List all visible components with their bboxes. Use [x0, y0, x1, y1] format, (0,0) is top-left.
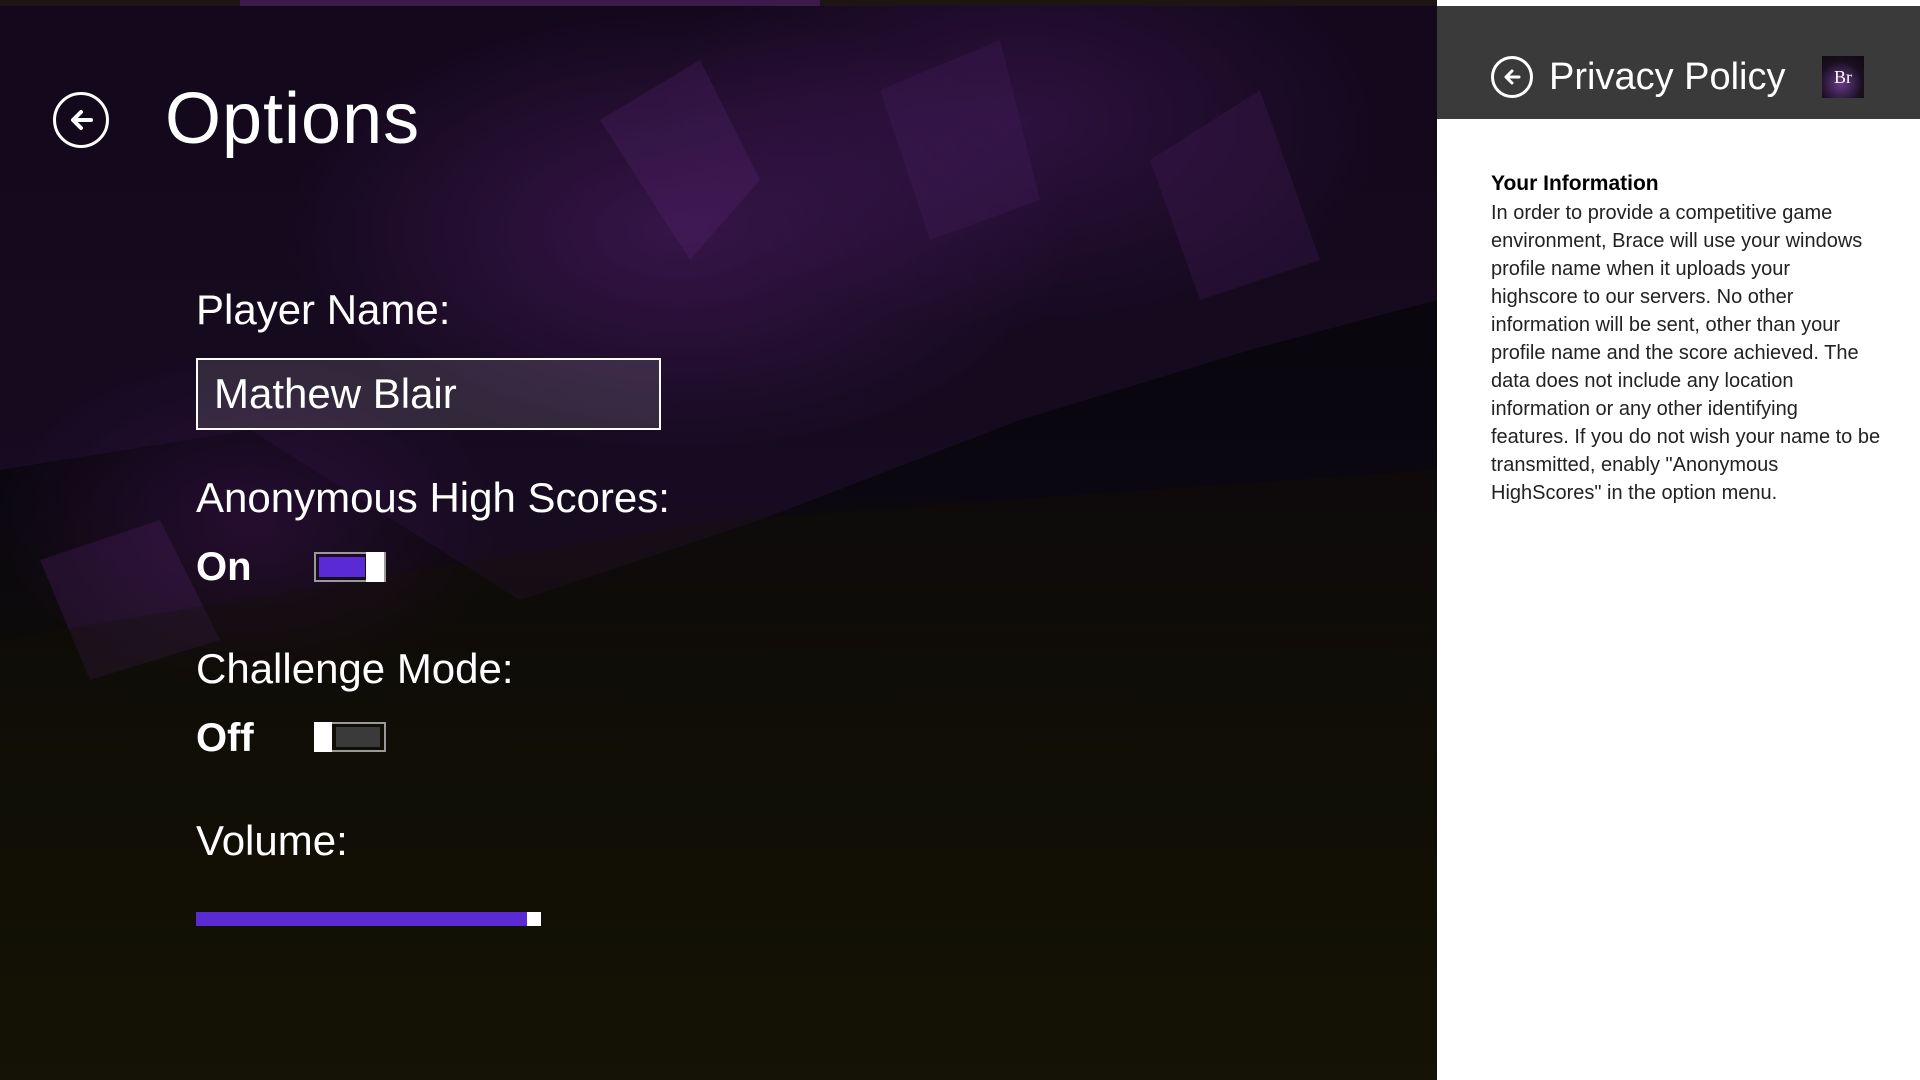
volume-slider-thumb[interactable] — [527, 912, 541, 926]
toggle-thumb — [366, 552, 384, 582]
challenge-mode-state: Off — [196, 716, 254, 760]
player-name-label: Player Name: — [196, 286, 451, 333]
flyout-title: Privacy Policy — [1549, 56, 1786, 98]
section-body: In order to provide a competitive game e… — [1491, 202, 1881, 504]
challenge-mode-toggle[interactable] — [314, 722, 386, 752]
player-name-input[interactable] — [196, 358, 661, 430]
toggle-thumb — [314, 722, 332, 752]
app-logo: Br — [1822, 56, 1864, 98]
back-button[interactable] — [53, 92, 109, 148]
privacy-policy-flyout: Privacy Policy Br Your Information In or… — [1437, 0, 1920, 1080]
toggle-fill — [336, 727, 380, 747]
anonymous-high-scores-label: Anonymous High Scores: — [196, 474, 670, 521]
section-heading: Your Information — [1491, 172, 1659, 195]
challenge-mode-label: Challenge Mode: — [196, 645, 514, 692]
page-title: Options — [165, 79, 421, 159]
top-strip-accent — [240, 0, 820, 6]
anonymous-high-scores-state: On — [196, 545, 252, 589]
back-arrow-icon — [1504, 69, 1521, 85]
flyout-header: Privacy Policy Br — [1437, 6, 1920, 119]
flyout-back-button[interactable] — [1491, 56, 1533, 98]
toggle-fill — [319, 557, 365, 577]
volume-slider-fill — [196, 912, 541, 926]
back-arrow-icon — [71, 110, 93, 130]
anonymous-high-scores-toggle[interactable] — [314, 552, 386, 582]
volume-label: Volume: — [196, 817, 348, 864]
volume-slider[interactable] — [196, 912, 548, 926]
